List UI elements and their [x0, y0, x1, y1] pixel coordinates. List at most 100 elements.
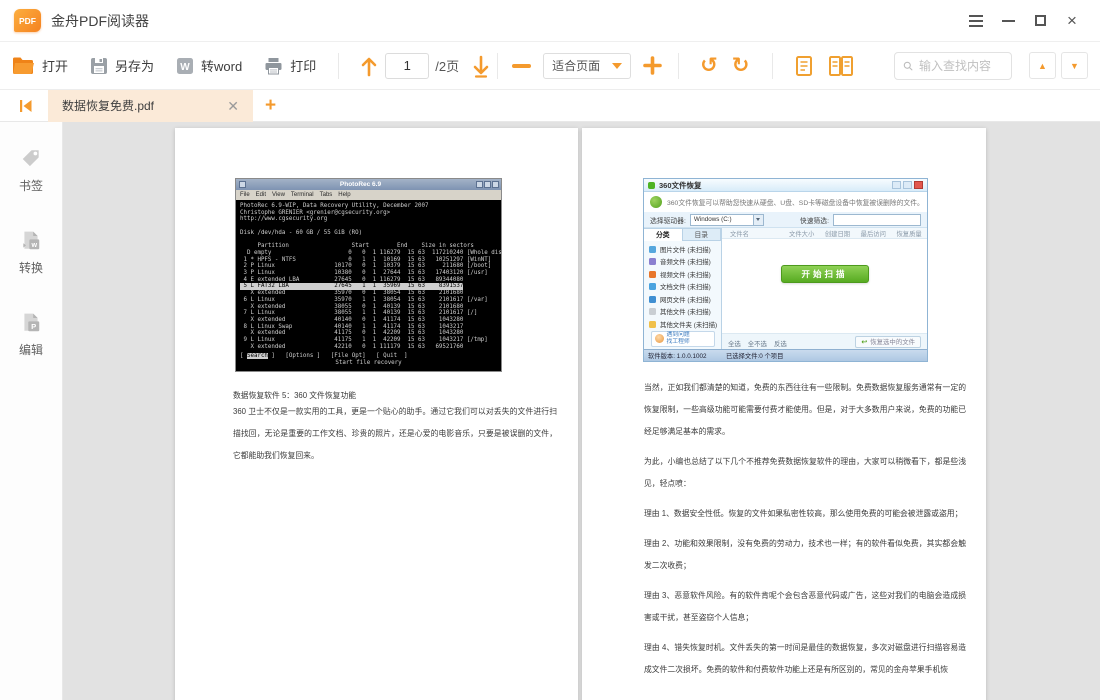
terminal-line: Christophe GRENIER <grenier@cgsecurity.o… — [240, 209, 391, 216]
photorec-menu-item: Edit — [255, 192, 267, 198]
zoom-in-button[interactable] — [643, 56, 662, 75]
document-viewer[interactable]: PhotoRec 6.9 File Edit View Terminal Tabs Hel… — [63, 122, 1100, 700]
convert-word-label: 转word — [201, 59, 243, 74]
bookmark-tag-icon — [22, 150, 39, 167]
search-input[interactable] — [919, 58, 1003, 73]
help-line1: 遇到问题 — [666, 331, 690, 338]
photorec-menu-item: View — [272, 192, 285, 198]
page-total-label: /2页 — [435, 59, 460, 74]
sidebar-item-convert[interactable]: w 转换 — [19, 230, 43, 276]
find-next-button[interactable]: ▼ — [1061, 52, 1088, 79]
r360-minimize-icon — [892, 181, 901, 189]
document-paragraph: 为此，小编也总结了以下几个不推荐免费数据恢复软件的理由，大家可以稍微看下，都是些… — [644, 457, 966, 488]
r360-category-item: 图片文件 (未扫描) — [644, 243, 721, 256]
titlebar: PDF 金舟PDF阅读器 × — [0, 0, 1100, 42]
column-header: 文件名 — [730, 230, 749, 238]
close-icon: × — [1067, 11, 1077, 30]
select-link: 全不选 — [747, 340, 767, 348]
sidebar-item-edit[interactable]: P 编辑 — [19, 312, 43, 358]
pdf-page-2: 360文件恢复 360文件恢复可以帮助您快速从硬盘、U盘、SD卡等磁盘设备中恢复… — [582, 128, 986, 700]
save-as-button[interactable]: 另存为 — [90, 56, 154, 75]
sidebar-item-label: 书签 — [18, 179, 43, 193]
category-icon — [649, 283, 656, 291]
select-link: 反选 — [773, 340, 787, 348]
photorec-footer: [ Search ] [Options ] [File Opt] [ Quit … — [240, 353, 408, 360]
zoom-mode-select[interactable]: 适合页面 — [543, 52, 632, 79]
sidebar: 书签 w 转换 P 编辑 — [0, 122, 63, 700]
tab-bar: 数据恢复免费.pdf ✕ + — [0, 89, 1100, 122]
terminal-line: X extended 35970 0 1 38054 15 63 2101680 — [240, 290, 464, 297]
close-button[interactable]: × — [1056, 6, 1088, 36]
next-page-button[interactable] — [471, 54, 491, 78]
r360-statusbar: 软件版本: 1.0.0.1002 已选择文件:0 个项目 — [644, 349, 927, 361]
search-box — [894, 51, 1012, 80]
tab-active-document[interactable]: 数据恢复免费.pdf ✕ — [48, 89, 253, 122]
prev-page-button[interactable] — [359, 54, 379, 78]
print-button[interactable]: 打印 — [264, 56, 316, 75]
arrow-down-icon — [473, 55, 489, 78]
terminal-line: Disk /dev/hda - 60 GB / 55 GiB (RO) — [240, 229, 363, 236]
r360-tabs: 分类 目录 — [644, 228, 721, 241]
separator — [772, 52, 774, 79]
rotate-right-button[interactable]: ↻ — [732, 55, 750, 76]
find-previous-button[interactable]: ▲ — [1029, 52, 1056, 79]
photorec-screenshot: PhotoRec 6.9 File Edit View Terminal Tabs Hel… — [235, 178, 502, 372]
two-page-view-button[interactable] — [828, 55, 854, 77]
zoom-out-button[interactable] — [512, 63, 532, 68]
r360-actions-row: 全选 全不选 反选 ↩ 恢复选中的文件 — [722, 333, 927, 349]
convert-word-button[interactable]: W 转word — [176, 56, 242, 75]
photorec-menu-item: File — [240, 192, 250, 198]
terminal-line: http://www.cgsecurity.org — [240, 216, 328, 223]
maximize-icon — [1034, 15, 1046, 26]
terminal-line: 6 L Linux 35970 1 1 38054 15 63 2101617 … — [240, 296, 488, 303]
terminal-line: 2 P Linux 10170 0 1 10379 15 63 211680 [… — [240, 263, 492, 270]
zoom-mode-value: 适合页面 — [552, 59, 601, 73]
terminal-line: 4 E extended LBA 27645 0 1 116279 15 63 … — [240, 276, 464, 283]
terminal-line: 7 L Linux 38055 1 1 40139 15 63 2101617 … — [240, 310, 478, 317]
r360-titlebar: 360文件恢复 — [644, 179, 927, 192]
page-number-input[interactable] — [385, 52, 430, 79]
separator — [497, 52, 499, 79]
drive-select: Windows (C:) — [689, 213, 764, 226]
triangle-up-icon: ▲ — [1038, 60, 1047, 71]
triangle-down-icon: ▼ — [1070, 60, 1079, 71]
category-icon — [649, 320, 656, 328]
category-icon — [649, 295, 656, 303]
main-menu-button[interactable] — [960, 6, 992, 36]
r360-table-header: 文件名 文件大小 创建日期 最后访问 恢复质量 — [722, 228, 927, 239]
terminal-line: PhotoRec 6.9-WIP, Data Recovery Utility,… — [240, 203, 429, 209]
single-page-view-button[interactable] — [794, 55, 814, 77]
rotate-left-button[interactable]: ↺ — [700, 55, 718, 76]
window-controls: × — [960, 6, 1100, 36]
toolbar: 打开 另存为 W 转word 打印 /2页 适合页面 ↺ ↻ ▲ ▼ — [0, 42, 1100, 90]
r360-scan-button: 开始扫描 — [780, 265, 869, 283]
separator — [678, 52, 680, 79]
r360-description: 360文件恢复可以帮助您快速从硬盘、U盘、SD卡等磁盘设备中恢复被误删除的文件。 — [667, 200, 921, 207]
new-tab-button[interactable]: + — [265, 96, 276, 115]
maximize-button[interactable] — [1024, 6, 1056, 36]
edit-pdf-icon: P — [24, 313, 40, 332]
column-header: 最后访问 — [860, 230, 886, 238]
sidebar-item-bookmarks[interactable]: 书签 — [19, 148, 43, 194]
collapse-tabs-button[interactable] — [18, 97, 34, 115]
r360-help-box: 遇到问题 找工程师 — [650, 330, 715, 347]
r360-category-list: 图片文件 (未扫描) 音频文件 (未扫描) 视频文件 (未扫描) 文档文件 (未扫描)… — [644, 241, 721, 331]
drive-value: Windows (C:) — [693, 216, 732, 223]
minimize-button[interactable] — [992, 6, 1024, 36]
document-paragraph: 理由 1、数据安全性低。恢复的文件如果私密性较高，那么使用免费的可能会被泄露或盗… — [644, 509, 963, 518]
pdf-page-1: PhotoRec 6.9 File Edit View Terminal Tabs Hel… — [175, 128, 578, 700]
r360-app-icon — [648, 181, 655, 189]
terminal-line: 3 P Linux 10380 0 1 27644 15 63 17403120… — [240, 270, 488, 277]
r360-close-icon — [914, 181, 923, 189]
category-icon — [649, 258, 656, 266]
terminal-line: X extended 40140 0 1 41174 15 63 1043280 — [240, 316, 464, 323]
open-button[interactable]: 打开 — [12, 56, 68, 75]
tab-close-icon[interactable]: ✕ — [223, 97, 243, 115]
r360-info-row: 360文件恢复可以帮助您快速从硬盘、U盘、SD卡等磁盘设备中恢复被误删除的文件。 — [644, 192, 927, 212]
terminal-line: X extended 41175 0 1 42209 15 63 1043280 — [240, 330, 464, 337]
category-label: 视频文件 (未扫描) — [660, 271, 711, 279]
hamburger-icon — [969, 12, 983, 30]
r360-title: 360文件恢复 — [659, 180, 702, 190]
photorec-menubar: File Edit View Terminal Tabs Help — [236, 190, 501, 200]
